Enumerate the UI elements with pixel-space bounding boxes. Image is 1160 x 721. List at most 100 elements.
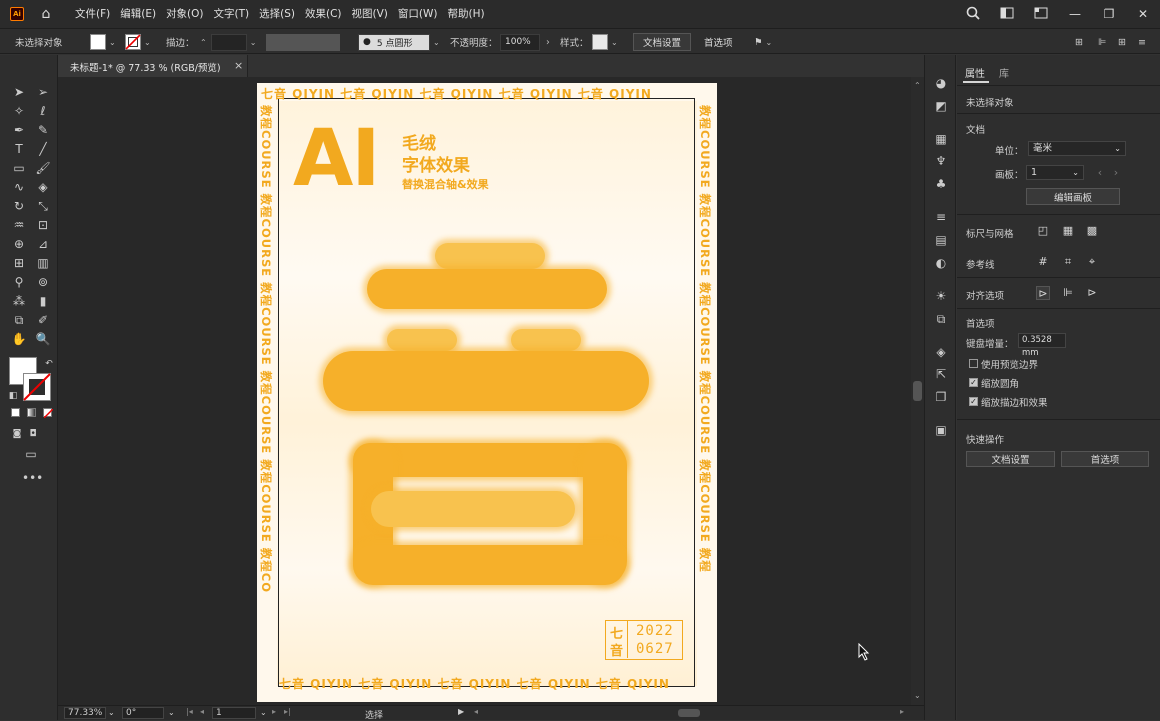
artboard-dropdown[interactable]: 1 ⌄ [1026,165,1084,180]
symbols-icon[interactable]: ♣ [933,176,949,192]
asset-export-icon[interactable]: ⇱ [933,366,949,382]
menu-help[interactable]: 帮助(H) [443,0,490,28]
prev-artboard-icon[interactable]: ‹ [1093,166,1107,180]
opacity-value[interactable]: 100% [500,33,540,51]
artboard-tool-icon[interactable]: ⧉ [10,311,28,329]
layers-icon[interactable]: ◈ [933,344,949,360]
swatches-icon[interactable]: ▦ [933,131,949,147]
first-artboard-icon[interactable]: |◂ [186,707,193,716]
stroke-weight-stepper[interactable]: ⌃ ⌄ [200,29,256,55]
type-tool-icon[interactable]: T [10,140,28,158]
transform-icon[interactable]: ⊞ [1075,29,1083,55]
scroll-down-icon[interactable]: ⌄ [914,691,921,700]
line-tool-icon[interactable]: ╱ [34,140,52,158]
gradient-panel-icon[interactable]: ▤ [933,232,949,248]
slice-tool-icon[interactable]: ✐ [34,311,52,329]
eyedropper-tool-icon[interactable]: ⚲ [10,273,28,291]
hand-tool-icon[interactable]: ✋ [10,330,28,348]
tab-library[interactable]: 库 [999,65,1009,80]
zoom-tool-icon[interactable]: 🔍 [34,330,52,348]
snap-to-glyph-icon[interactable]: ⊳ [1085,286,1099,300]
menu-window[interactable]: 窗口(W) [393,0,443,28]
snap-to-pixel-icon[interactable]: ⊫ [1061,286,1075,300]
stroke-panel-icon[interactable]: ≡ [933,209,949,225]
fill-swatch[interactable]: ⌄ [90,29,116,55]
ruler-icon[interactable]: ◰ [1036,224,1050,238]
artboards-panel-icon[interactable]: ❐ [933,389,949,405]
mesh-tool-icon[interactable]: ⊞ [10,254,28,272]
symbol-sprayer-tool-icon[interactable]: ⁂ [10,292,28,310]
doc-setup-button[interactable]: 文档设置 [966,451,1055,467]
artboard-nav-field[interactable]: 1 [212,707,256,719]
menu-effect[interactable]: 效果(C) [300,0,347,28]
stroke-color-swatch[interactable] [23,373,51,401]
free-transform-tool-icon[interactable]: ⊡ [34,216,52,234]
variable-width-profile[interactable] [266,29,340,55]
swap-fill-stroke-icon[interactable]: ↶ [40,355,58,373]
screen-mode-icon[interactable]: ▭ [22,445,40,463]
search-icon[interactable] [956,6,990,23]
smart-guides-icon[interactable]: ⌖ [1085,255,1099,269]
panel-menu-icon[interactable]: ≡ [1138,29,1146,55]
magic-wand-tool-icon[interactable]: ✧ [10,102,28,120]
selection-tool-icon[interactable]: ➤ [10,83,28,101]
hscroll-left-icon[interactable]: ◂ [474,707,478,716]
lock-guides-icon[interactable]: ⌗ [1061,255,1075,269]
lasso-tool-icon[interactable]: ℓ [34,102,52,120]
brushes-icon[interactable]: ♆ [933,153,949,169]
menu-view[interactable]: 视图(V) [347,0,393,28]
opacity-field[interactable]: 100% › [500,29,550,55]
scale-tool-icon[interactable]: ⤡ [34,197,52,215]
prefs-button-top[interactable]: 首选项 [693,29,744,55]
keyboard-increment-field[interactable]: 0.3528 mm [1018,333,1066,358]
blend-tool-icon[interactable]: ⊚ [34,273,52,291]
default-colors-icon[interactable]: ◧ [4,387,22,405]
stroke-swatch[interactable]: ⌄ [125,29,151,55]
tab-properties[interactable]: 属性 [965,65,985,80]
zoom-field[interactable]: 77.33% [64,707,106,719]
color-guide-icon[interactable]: ◩ [933,98,949,114]
warp-tool-icon[interactable]: ♒ [10,216,28,234]
color-panel-icon[interactable]: ◕ [933,75,949,91]
appearance-icon[interactable]: ☀ [933,288,949,304]
next-artboard-nav-icon[interactable]: ▸ [272,707,276,716]
menu-select[interactable]: 选择(S) [254,0,300,28]
perspective-grid-tool-icon[interactable]: ⊿ [34,235,52,253]
scale-corners-checkbox[interactable]: ✓ [969,378,978,387]
prefs-button[interactable]: 首选项 [1061,451,1149,467]
edit-artboards-button[interactable]: 编辑画板 [1026,188,1120,205]
arrange-documents-icon[interactable] [1024,7,1058,22]
next-artboard-icon[interactable]: › [1109,166,1123,180]
eraser-tool-icon[interactable]: ◈ [34,178,52,196]
units-dropdown[interactable]: 毫米 ⌄ [1028,141,1126,156]
guides-icon[interactable]: # [1036,255,1050,269]
canvas-vertical-scrollbar[interactable]: ⌃ ⌄ [911,77,924,705]
flag-icon[interactable]: ⚑ ⌄ [754,29,772,55]
comments-icon[interactable]: ▣ [933,422,949,438]
direct-selection-tool-icon[interactable]: ➢ [34,83,52,101]
graphic-styles-icon[interactable]: ⧉ [933,311,949,327]
scale-strokes-checkbox[interactable]: ✓ [969,397,978,406]
edit-toolbar-icon[interactable]: ••• [22,469,43,487]
snap-to-point-icon[interactable]: ⊳ [1036,286,1050,300]
shape-builder-tool-icon[interactable]: ⊕ [10,235,28,253]
more-options-icon[interactable]: ⊞ [1118,29,1126,55]
use-preview-bounds-checkbox[interactable] [969,359,978,368]
home-icon[interactable]: ⌂ [38,6,54,22]
paintbrush-tool-icon[interactable]: 🖌 [34,159,52,177]
curvature-tool-icon[interactable]: ✎ [34,121,52,139]
menu-edit[interactable]: 编辑(E) [115,0,161,28]
brush-definition[interactable]: ● 5 点圆形 ⌄ [358,29,440,55]
hscroll-right-icon[interactable]: ▸ [900,707,904,716]
none-mode-icon[interactable] [43,408,53,418]
document-tab[interactable]: 未标题-1* @ 77.33 % (RGB/预览) × [58,55,248,77]
menu-object[interactable]: 对象(O) [161,0,208,28]
rotation-dropdown-icon[interactable]: ⌄ [168,708,175,717]
grid-icon[interactable]: ▦ [1061,224,1075,238]
status-menu-icon[interactable]: ▶ [458,707,464,716]
doc-setup-button-top[interactable]: 文档设置 [633,29,692,55]
color-mode-icon[interactable] [11,408,20,417]
draw-inside-icon[interactable]: ◘ [24,425,42,443]
artboard-nav-dropdown-icon[interactable]: ⌄ [260,708,267,717]
workspace-layout-icon[interactable] [990,7,1024,22]
